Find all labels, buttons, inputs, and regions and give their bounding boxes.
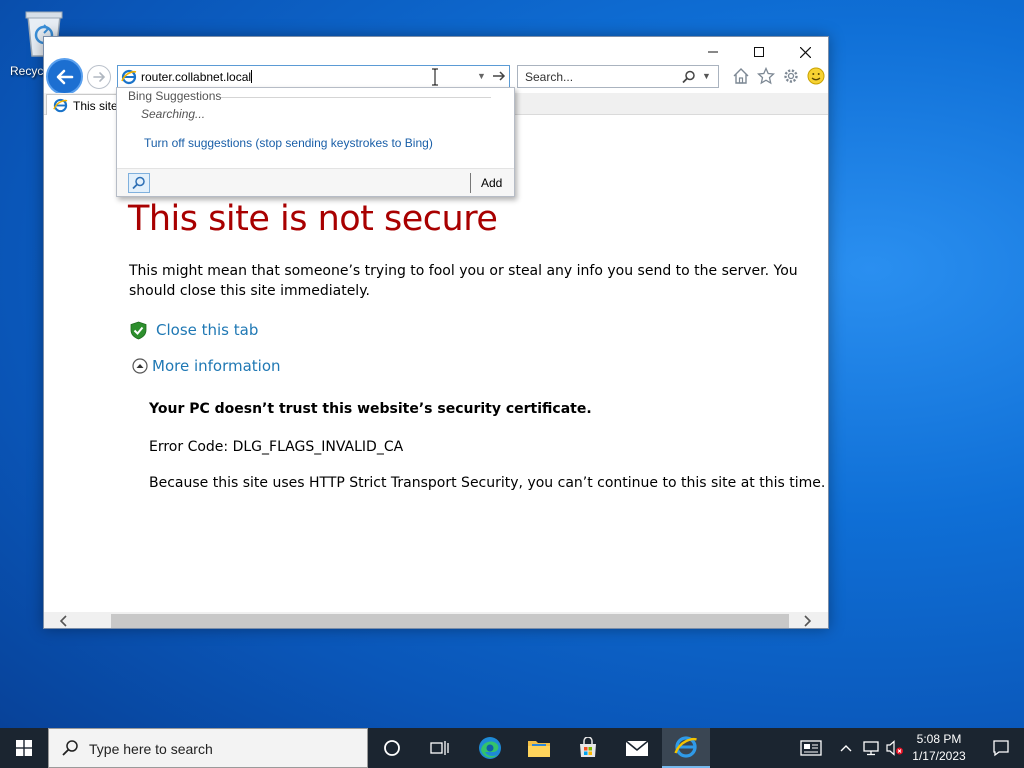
more-information-toggle[interactable]: More information bbox=[132, 355, 281, 377]
error-description: This might mean that someone’s trying to… bbox=[129, 263, 798, 299]
search-box[interactable]: Search... ▼ bbox=[517, 65, 719, 88]
forward-arrow-icon bbox=[93, 72, 106, 82]
suggestions-status: Searching... bbox=[141, 107, 206, 121]
file-explorer-icon bbox=[528, 741, 550, 757]
error-code: Error Code: DLG_FLAGS_INVALID_CA bbox=[149, 439, 404, 455]
scroll-left-button[interactable] bbox=[56, 613, 72, 628]
network-tray-button[interactable] bbox=[860, 728, 882, 768]
add-provider-button[interactable]: Add bbox=[481, 176, 502, 190]
windows-logo-icon bbox=[16, 740, 32, 756]
cortana-button[interactable] bbox=[368, 728, 416, 768]
ie-tab-icon bbox=[53, 98, 68, 113]
hsts-note: Because this site uses HTTP Strict Trans… bbox=[149, 475, 826, 491]
feedback-smiley-icon[interactable] bbox=[805, 65, 826, 86]
suggestions-footer: Add bbox=[117, 168, 514, 196]
mail-taskbar-button[interactable] bbox=[613, 728, 661, 768]
back-button[interactable] bbox=[46, 58, 83, 95]
cortana-circle-icon bbox=[384, 740, 400, 756]
home-icon[interactable] bbox=[730, 65, 751, 86]
turn-off-suggestions-link[interactable]: Turn off suggestions (stop sending keyst… bbox=[144, 136, 433, 150]
edge-taskbar-button[interactable] bbox=[466, 728, 514, 768]
address-dropdown-icon[interactable]: ▼ bbox=[477, 71, 486, 81]
start-button[interactable] bbox=[0, 728, 48, 768]
certificate-error-heading: Your PC doesn’t trust this website’s sec… bbox=[149, 401, 592, 417]
settings-gear-icon[interactable] bbox=[780, 65, 801, 86]
ie-page-icon bbox=[121, 69, 137, 85]
favorites-star-icon[interactable] bbox=[755, 65, 776, 86]
close-window-button[interactable] bbox=[782, 37, 828, 67]
chevron-right-icon bbox=[804, 615, 811, 627]
search-icon[interactable] bbox=[682, 70, 696, 84]
volume-tray-button[interactable] bbox=[884, 728, 906, 768]
suggestions-heading: Bing Suggestions bbox=[128, 89, 222, 103]
task-view-button[interactable] bbox=[416, 728, 464, 768]
notification-icon bbox=[993, 740, 1009, 757]
address-bar[interactable]: router.collabnet.local ▼ bbox=[117, 65, 510, 88]
taskbar: Type here to search 5:08 PM 1/17/2023 bbox=[0, 728, 1024, 768]
command-toolbar bbox=[730, 65, 826, 86]
internet-explorer-taskbar-button[interactable] bbox=[662, 728, 710, 768]
minimize-icon bbox=[708, 51, 718, 53]
close-tab-label: Close this tab bbox=[156, 321, 259, 339]
clock-date: 1/17/2023 bbox=[912, 749, 966, 763]
recycle-bin-label: Recycl bbox=[10, 64, 47, 78]
go-arrow-icon[interactable] bbox=[492, 69, 506, 83]
page-title: This site is not secure bbox=[128, 199, 498, 239]
more-information-label: More information bbox=[152, 357, 281, 375]
clock-time: 5:08 PM bbox=[916, 732, 962, 746]
search-dropdown-icon[interactable]: ▼ bbox=[702, 71, 711, 81]
scroll-right-button[interactable] bbox=[799, 613, 815, 628]
search-icon bbox=[132, 176, 145, 190]
store-icon bbox=[580, 737, 596, 757]
show-hidden-icons-button[interactable] bbox=[836, 728, 856, 768]
news-icon bbox=[800, 740, 822, 756]
task-view-icon bbox=[430, 741, 449, 755]
close-icon bbox=[799, 46, 811, 58]
close-tab-link[interactable]: Close this tab bbox=[130, 319, 258, 341]
shield-check-icon bbox=[130, 321, 147, 339]
taskbar-search-placeholder: Type here to search bbox=[89, 741, 213, 757]
divider bbox=[221, 97, 491, 98]
search-provider-button[interactable] bbox=[128, 173, 150, 193]
file-explorer-taskbar-button[interactable] bbox=[515, 728, 563, 768]
system-clock[interactable]: 5:08 PM 1/17/2023 bbox=[906, 731, 972, 765]
taskbar-search-box[interactable]: Type here to search bbox=[48, 728, 368, 768]
news-widget-button[interactable] bbox=[796, 728, 826, 768]
maximize-icon bbox=[754, 47, 764, 57]
chevron-up-circle-icon bbox=[132, 358, 148, 374]
horizontal-scrollbar[interactable] bbox=[44, 612, 828, 628]
chevron-left-icon bbox=[60, 615, 67, 627]
bing-suggestions-dropdown: Bing Suggestions Searching... Turn off s… bbox=[116, 87, 515, 197]
window-controls bbox=[690, 37, 828, 67]
address-input[interactable]: router.collabnet.local bbox=[141, 70, 253, 84]
back-arrow-icon bbox=[56, 69, 73, 84]
search-input[interactable]: Search... bbox=[525, 70, 573, 84]
maximize-button[interactable] bbox=[736, 37, 782, 67]
divider bbox=[470, 173, 471, 193]
edge-icon bbox=[479, 737, 501, 759]
action-center-button[interactable] bbox=[978, 728, 1024, 768]
minimize-button[interactable] bbox=[690, 37, 736, 67]
volume-muted-icon bbox=[886, 740, 903, 756]
mail-icon bbox=[625, 740, 649, 756]
search-icon bbox=[62, 740, 78, 756]
text-cursor-icon bbox=[432, 68, 438, 86]
store-taskbar-button[interactable] bbox=[564, 728, 612, 768]
scrollbar-thumb[interactable] bbox=[111, 614, 789, 628]
internet-explorer-icon bbox=[674, 736, 697, 758]
forward-button[interactable] bbox=[87, 65, 111, 89]
chevron-up-icon bbox=[840, 745, 852, 752]
tab-label: This site bbox=[73, 99, 118, 113]
network-icon bbox=[863, 741, 879, 756]
